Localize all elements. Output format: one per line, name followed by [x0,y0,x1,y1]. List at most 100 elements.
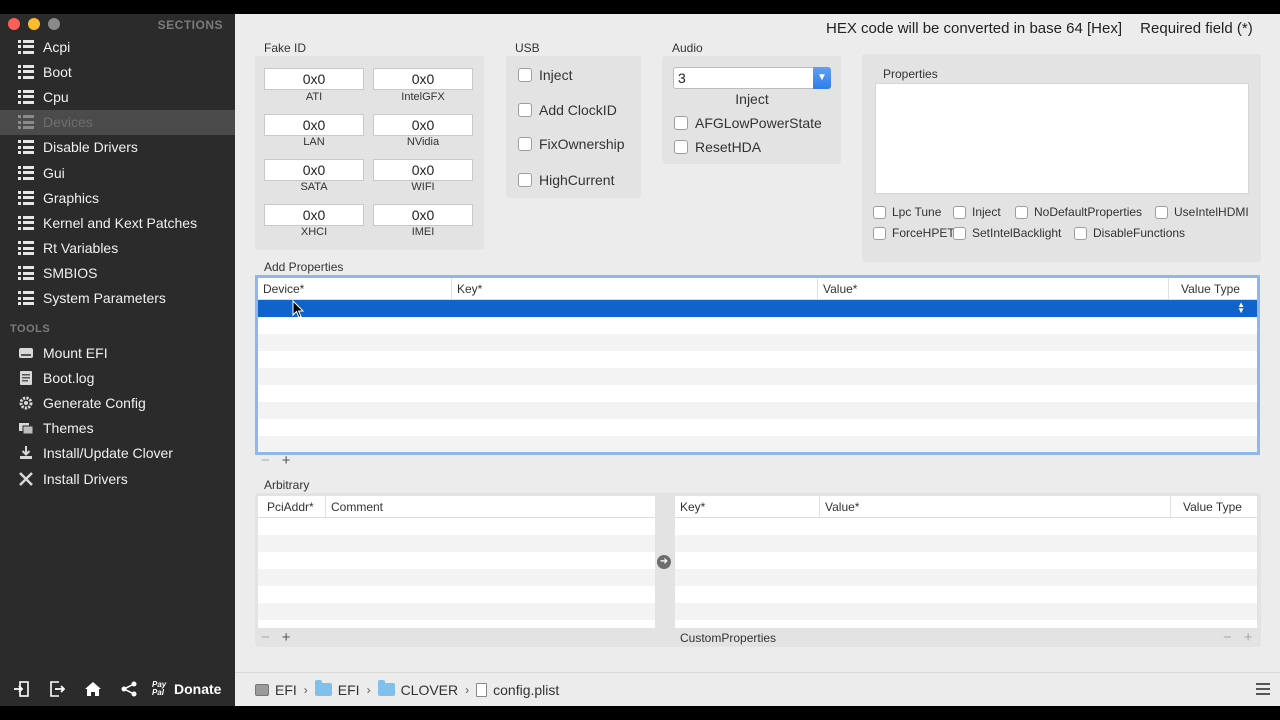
zoom-window-button[interactable] [48,18,60,30]
table-row[interactable] [675,518,1257,535]
checkbox-box[interactable] [518,173,532,187]
chevron-down-icon[interactable]: ▼ [813,67,831,89]
fake-id-ati-field[interactable]: 0x0 [264,68,364,90]
checkbox-box[interactable] [674,116,688,130]
checkbox-box[interactable] [1155,205,1168,219]
sidebar-item-system-parameters[interactable]: System Parameters [0,286,235,311]
sidebar-item-disable-drivers[interactable]: Disable Drivers [0,135,235,160]
fake-id-sata-field[interactable]: 0x0 [264,159,364,181]
add-row-button[interactable]: + [282,452,291,469]
checkbox-box[interactable] [1074,226,1087,240]
breadcrumb-efi-folder[interactable]: EFI [314,680,360,698]
remove-row-button[interactable]: − [261,452,270,469]
audio-inject-select[interactable]: 3 ▼ [673,67,831,89]
prop-nodefaultproperties-checkbox[interactable]: NoDefaultProperties [1015,205,1142,219]
tool-generate-config[interactable]: Generate Config [0,390,235,415]
checkbox-box[interactable] [953,226,966,240]
sidebar-item-gui[interactable]: Gui [0,160,235,185]
checkbox-box[interactable] [873,205,886,219]
arbitrary-pci-table[interactable]: PciAddr* Comment [258,496,655,628]
sidebar-item-kernel-kext-patches[interactable]: Kernel and Kext Patches [0,210,235,235]
audio-resethda-checkbox[interactable]: ResetHDA [674,139,761,155]
arbitrary-custom-properties-table[interactable]: Key* Value* Value Type [675,496,1257,628]
column-value[interactable]: Value* [820,496,1171,517]
table-row[interactable] [258,436,1257,452]
table-row[interactable] [258,385,1257,402]
column-value-type[interactable]: Value Type [1169,278,1257,299]
add-properties-table[interactable]: Device* Key* Value* Value Type ▲ ▼ [255,275,1260,455]
column-key[interactable]: Key* [675,496,820,517]
fake-id-imei-field[interactable]: 0x0 [373,204,473,226]
add-row-button[interactable]: + [282,629,291,646]
checkbox-box[interactable] [518,103,532,117]
import-icon[interactable] [6,675,36,703]
table-row[interactable] [675,552,1257,569]
prop-disablefunctions-checkbox[interactable]: DisableFunctions [1074,226,1185,240]
menu-icon[interactable] [1256,683,1270,695]
column-comment[interactable]: Comment [326,496,655,517]
tool-boot-log[interactable]: Boot.log [0,365,235,390]
table-row[interactable] [258,603,655,620]
tool-install-drivers[interactable]: Install Drivers [0,466,235,491]
table-row[interactable] [258,368,1257,385]
table-row[interactable] [258,351,1257,368]
table-row[interactable] [675,535,1257,552]
fake-id-xhci-field[interactable]: 0x0 [264,204,364,226]
share-icon[interactable] [114,675,144,703]
sidebar-item-smbios[interactable]: SMBIOS [0,261,235,286]
table-row[interactable] [258,317,1257,334]
table-row[interactable] [258,334,1257,351]
sidebar-item-devices[interactable]: Devices [0,109,235,135]
table-row[interactable] [258,535,655,552]
sidebar-item-rt-variables[interactable]: Rt Variables [0,236,235,261]
table-row-selected[interactable]: ▲ ▼ [258,300,1257,317]
table-row[interactable] [258,402,1257,419]
sidebar-item-acpi[interactable]: Acpi [0,34,235,59]
updown-stepper-icon[interactable]: ▲ ▼ [1237,301,1245,315]
tool-install-update-clover[interactable]: Install/Update Clover [0,441,235,466]
sidebar-item-boot[interactable]: Boot [0,59,235,84]
checkbox-box[interactable] [674,140,688,154]
checkbox-box[interactable] [873,226,886,240]
prop-inject-checkbox[interactable]: Inject [953,205,1001,219]
checkbox-box[interactable] [518,137,532,151]
table-row[interactable] [258,586,655,603]
table-row[interactable] [258,419,1257,436]
donate-button[interactable]: Pay Pal Donate [152,680,221,697]
table-row[interactable] [675,586,1257,603]
table-row[interactable] [675,569,1257,586]
fake-id-lan-field[interactable]: 0x0 [264,114,364,136]
audio-afglowpowerstate-checkbox[interactable]: AFGLowPowerState [674,115,822,131]
prop-lpc-tune-checkbox[interactable]: Lpc Tune [873,205,941,219]
sidebar-item-cpu[interactable]: Cpu [0,84,235,109]
remove-row-button[interactable]: − [1223,629,1232,646]
checkbox-box[interactable] [518,68,532,82]
tool-themes[interactable]: Themes [0,416,235,441]
prop-forcehpet-checkbox[interactable]: ForceHPET [873,226,955,240]
usb-inject-checkbox[interactable]: Inject [518,67,572,83]
tool-mount-efi[interactable]: Mount EFI [0,340,235,365]
usb-highcurrent-checkbox[interactable]: HighCurrent [518,172,614,188]
table-row[interactable] [258,518,655,535]
breadcrumb-config-file[interactable]: config.plist [476,682,559,698]
minimize-window-button[interactable] [28,18,40,30]
breadcrumb-clover-folder[interactable]: CLOVER [377,680,458,698]
column-key[interactable]: Key* [452,278,818,299]
close-window-button[interactable] [8,18,20,30]
sidebar-item-graphics[interactable]: Graphics [0,185,235,210]
column-value[interactable]: Value* [818,278,1169,299]
arrow-right-icon[interactable]: ➜ [657,555,671,569]
prop-setintelbacklight-checkbox[interactable]: SetIntelBacklight [953,226,1061,240]
export-icon[interactable] [42,675,72,703]
prop-useintelhdmi-checkbox[interactable]: UseIntelHDMI [1155,205,1249,219]
table-row[interactable] [258,569,655,586]
usb-fixownership-checkbox[interactable]: FixOwnership [518,136,625,152]
usb-add-clockid-checkbox[interactable]: Add ClockID [518,102,617,118]
home-icon[interactable] [78,675,108,703]
table-row[interactable] [258,552,655,569]
column-value-type[interactable]: Value Type [1171,496,1257,517]
checkbox-box[interactable] [1015,205,1028,219]
column-device[interactable]: Device* [258,278,452,299]
fake-id-wifi-field[interactable]: 0x0 [373,159,473,181]
add-row-button[interactable]: + [1244,629,1253,646]
